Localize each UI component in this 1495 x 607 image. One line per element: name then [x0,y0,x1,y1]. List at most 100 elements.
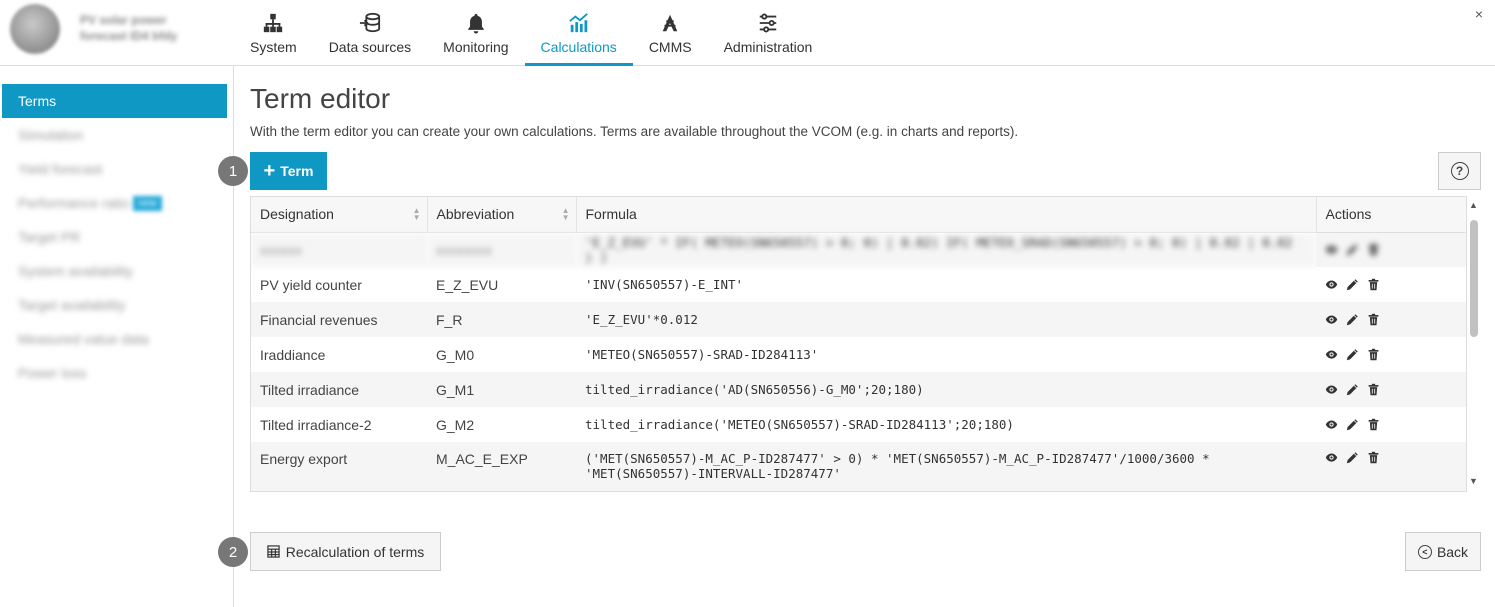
trash-icon[interactable] [1367,243,1380,256]
eye-icon[interactable] [1325,451,1338,464]
eye-icon[interactable] [1325,383,1338,396]
scrollbar-thumb[interactable] [1470,220,1478,337]
sidebar-item-measured-value-data[interactable]: Measured value data [2,322,227,356]
nav-label: Data sources [328,39,412,55]
close-icon[interactable]: × [1475,6,1483,22]
nav-label: System [250,39,297,55]
nav-label: Monitoring [443,39,509,55]
column-header-designation[interactable]: Designation ▲ ▼ [251,197,428,233]
plus-icon: + [263,160,276,182]
table-row: Tilted irradiance G_M1 tilted_irradiance('… [251,372,1466,407]
sidebar-item-performance-ratio[interactable]: Performance ratio new [2,186,227,220]
trash-icon[interactable] [1367,313,1380,326]
formula-text: 'E_Z_EVU' * IF( METEO(SN650557) > 0; 0) … [585,234,1293,265]
sidebar-item-power-loss[interactable]: Power loss [2,356,227,390]
trash-icon[interactable] [1367,451,1380,464]
formula-cell: 'INV(SN650557)-E_INT' [576,267,1316,302]
table-row: Energy export M_AC_E_EXP ('MET(SN650557)-M… [251,442,1466,491]
new-badge: new [133,195,162,211]
table-row: Financial revenues F_R 'E_Z_EVU'*0.012 [251,302,1466,337]
sort-icon[interactable]: ▲ ▼ [562,207,570,222]
company-logo[interactable] [10,4,60,54]
step-marker-1: 1 [218,156,248,186]
page-title: Term editor [250,83,391,114]
scroll-down-icon[interactable]: ▼ [1469,476,1478,486]
eye-icon[interactable] [1325,313,1338,326]
column-header-label: Formula [585,206,637,223]
sidebar-item-terms[interactable]: Terms [2,84,227,118]
sidebar-item-system-availability[interactable]: System availability [2,254,227,288]
help-button[interactable]: ? [1438,152,1481,190]
abbreviation-cell: xxxxxxxx [427,232,576,267]
formula-cell: 'METEO(SN650557)-SRAD-ID284113' [576,337,1316,372]
pencil-icon[interactable] [1346,278,1359,291]
database-import-icon [359,12,381,33]
abbreviation-text: F_R [436,311,463,328]
designation-cell: Tilted irradiance-2 [251,407,427,442]
back-button[interactable]: < Back [1405,532,1481,571]
trash-icon[interactable] [1367,348,1380,361]
sidebar-item-yield-forecast[interactable]: Yield forecast [2,152,227,186]
sidebar-item-target-availability[interactable]: Target availability [2,288,227,322]
add-term-button[interactable]: + Term [250,152,327,190]
eye-icon[interactable] [1325,418,1338,431]
back-label: Back [1436,543,1469,560]
table-row: Iraddiance G_M0 'METEO(SN650557)-SRAD-ID28… [251,337,1466,372]
nav-calculations[interactable]: Calculations [524,0,633,66]
formula-cell: tilted_irradiance('METEO(SN650557)-SRAD-… [576,407,1316,442]
main-nav: System Data sources Monitoring Calculati… [234,0,828,66]
nav-data-sources[interactable]: Data sources [313,0,427,66]
question-circle-icon: ? [1450,162,1469,180]
nav-monitoring[interactable]: Monitoring [427,0,524,66]
nav-system[interactable]: System [234,0,313,66]
nav-cmms[interactable]: CMMS [633,0,708,66]
sidebar: Terms Simulation Yield forecast Performa… [0,66,234,607]
scroll-up-icon[interactable]: ▲ [1469,200,1478,210]
trash-icon[interactable] [1367,278,1380,291]
formula-cell: 'E_Z_EVU' * IF( METEO(SN650557) > 0; 0) … [576,232,1316,267]
actions-cell [1316,337,1466,372]
row-actions [1325,313,1459,326]
trash-icon[interactable] [1367,383,1380,396]
row-actions [1325,348,1459,361]
pencil-icon[interactable] [1346,243,1359,256]
sidebar-item-label: Terms [18,93,57,109]
column-header-abbreviation[interactable]: Abbreviation ▲ ▼ [427,197,577,233]
trash-icon[interactable] [1367,418,1380,431]
tools-icon [662,14,678,32]
formula-cell: ('MET(SN650557)-M_AC_P-ID287477' > 0) * … [576,442,1316,491]
pencil-icon[interactable] [1346,383,1359,396]
abbreviation-cell: G_M1 [427,372,576,407]
designation-text: Energy export [260,451,348,467]
formula-cell: tilted_irradiance('AD(SN650556)-G_M0';20… [576,372,1316,407]
sidebar-item-simulation[interactable]: Simulation [2,118,227,152]
nav-administration[interactable]: Administration [708,0,829,66]
designation-text: Financial revenues [260,311,378,328]
designation-text: Iraddiance [260,346,326,363]
formula-text: tilted_irradiance('METEO(SN650557)-SRAD-… [585,417,1014,432]
eye-icon[interactable] [1325,243,1338,256]
abbreviation-cell: G_M2 [427,407,576,442]
eye-icon[interactable] [1325,278,1338,291]
sidebar-item-label: System availability [18,263,134,279]
actions-cell [1316,407,1466,442]
eye-icon[interactable] [1325,348,1338,361]
abbreviation-text: G_M0 [436,346,475,363]
table-header-row: Designation ▲ ▼ Abbreviation ▲ ▼ Formula A… [251,197,1466,233]
sort-icon[interactable]: ▲ ▼ [413,207,421,222]
row-actions [1325,243,1459,256]
abbreviation-text: G_M2 [436,416,475,433]
pencil-icon[interactable] [1346,451,1359,464]
sidebar-item-label: Measured value data [18,331,149,347]
sidebar-item-target-pr[interactable]: Target PR [2,220,227,254]
pencil-icon[interactable] [1346,348,1359,361]
designation-cell: PV yield counter [251,267,427,302]
pencil-icon[interactable] [1346,418,1359,431]
pencil-icon[interactable] [1346,313,1359,326]
nav-label: Calculations [540,39,617,55]
recalculation-button[interactable]: Recalculation of terms [250,532,441,571]
sitemap-icon [264,13,283,33]
add-term-label: Term [280,163,314,179]
table-scrollbar[interactable]: ▲ ▼ [1467,196,1481,492]
actions-cell [1316,232,1466,267]
